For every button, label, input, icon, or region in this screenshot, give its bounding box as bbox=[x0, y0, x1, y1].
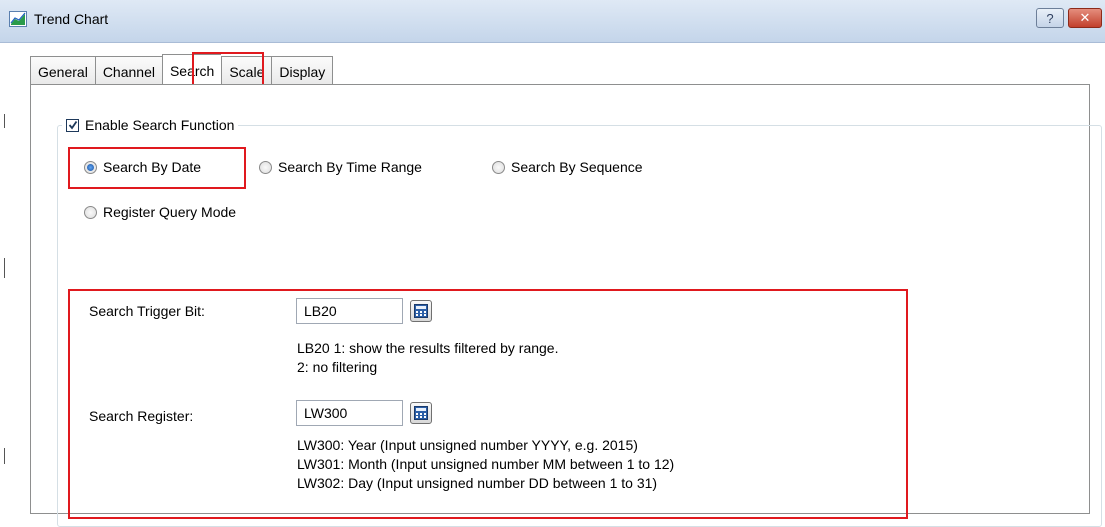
radio-button[interactable] bbox=[259, 160, 272, 174]
trigger-calculator-button[interactable] bbox=[410, 300, 432, 322]
enable-search-label: Enable Search Function bbox=[85, 117, 235, 133]
register-note-line: LW301: Month (Input unsigned number MM b… bbox=[297, 456, 675, 472]
radio-label: Search By Sequence bbox=[511, 159, 643, 175]
enable-search-checkbox[interactable]: Enable Search Function bbox=[62, 114, 239, 136]
radio-label: Search By Time Range bbox=[278, 159, 422, 175]
checkbox[interactable] bbox=[66, 118, 79, 132]
tab-search[interactable]: Search bbox=[161, 54, 222, 86]
window-edge-mark bbox=[4, 448, 5, 464]
window-edge-mark bbox=[4, 114, 5, 128]
trend-chart-app-icon bbox=[9, 11, 27, 27]
calculator-icon bbox=[414, 304, 428, 318]
tab-general[interactable]: General bbox=[30, 56, 95, 86]
register-note: LW300: Year (Input unsigned number YYYY,… bbox=[297, 436, 674, 493]
tab-display[interactable]: Display bbox=[271, 56, 334, 86]
radio-button[interactable] bbox=[84, 160, 97, 174]
radio-register-query-mode[interactable]: Register Query Mode bbox=[84, 204, 236, 220]
radio-label: Register Query Mode bbox=[103, 204, 237, 220]
window-title: Trend Chart bbox=[34, 11, 109, 27]
help-icon: ? bbox=[1046, 10, 1054, 26]
trigger-note-line: 2: no filtering bbox=[297, 359, 378, 375]
radio-search-by-time-range[interactable]: Search By Time Range bbox=[259, 159, 422, 175]
checkmark-icon bbox=[68, 120, 77, 130]
register-note-line: LW300: Year (Input unsigned number YYYY,… bbox=[297, 437, 638, 453]
search-trigger-bit-label: Search Trigger Bit: bbox=[89, 303, 205, 319]
tab-strip: General Channel Search Scale Display bbox=[30, 54, 334, 86]
close-icon: ✕ bbox=[1079, 10, 1091, 25]
radio-label: Search By Date bbox=[103, 159, 202, 175]
tab-scale[interactable]: Scale bbox=[221, 56, 272, 86]
register-note-line: LW302: Day (Input unsigned number DD bet… bbox=[297, 475, 658, 491]
register-calculator-button[interactable] bbox=[410, 402, 432, 424]
title-bar: Trend Chart ? ✕ bbox=[0, 0, 1105, 43]
help-button[interactable]: ? bbox=[1036, 8, 1064, 28]
radio-search-by-sequence[interactable]: Search By Sequence bbox=[492, 159, 643, 175]
trigger-note: LB20 1: show the results filtered by ran… bbox=[297, 339, 558, 377]
tab-channel[interactable]: Channel bbox=[94, 56, 162, 86]
window-edge-mark bbox=[4, 258, 5, 278]
search-register-label: Search Register: bbox=[89, 408, 194, 424]
radio-search-by-date[interactable]: Search By Date bbox=[84, 159, 201, 175]
radio-button[interactable] bbox=[84, 205, 97, 219]
search-trigger-bit-input[interactable]: LB20 bbox=[296, 298, 403, 324]
close-button[interactable]: ✕ bbox=[1068, 8, 1102, 28]
radio-button[interactable] bbox=[492, 160, 505, 174]
search-register-input[interactable]: LW300 bbox=[296, 400, 403, 426]
calculator-icon bbox=[414, 406, 428, 420]
trigger-note-line: LB20 1: show the results filtered by ran… bbox=[297, 340, 559, 356]
